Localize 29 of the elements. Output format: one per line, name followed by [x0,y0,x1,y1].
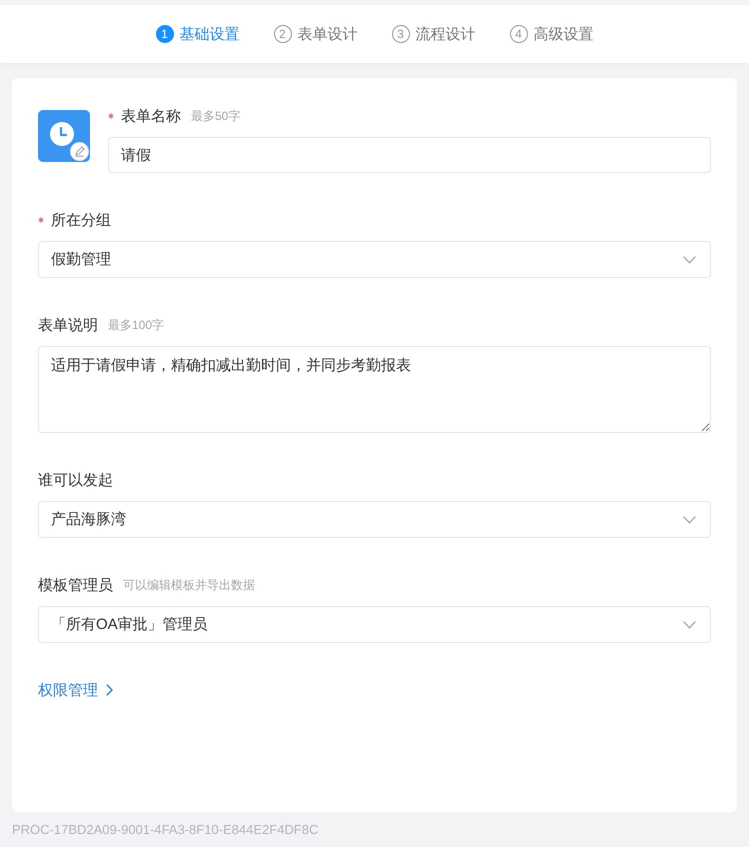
field-label: 所在分组 [51,210,111,230]
clock-icon [38,110,90,162]
chevron-down-icon [683,256,696,264]
step-tab[interactable]: 4 高级设置 [510,24,594,44]
text-input[interactable]: 请假 [108,137,711,173]
dropdown-select[interactable]: 假勤管理 [38,241,711,278]
step-number: 3 [392,25,410,43]
step-number: 2 [274,25,292,43]
field-hint: 最多50字 [191,108,240,124]
step-tab[interactable]: 2 表单设计 [274,24,358,44]
chevron-down-icon [683,620,696,628]
step-number: 4 [510,25,528,43]
field-label: 谁可以发起 [38,470,113,490]
step-tab[interactable]: 1 基础设置 [156,24,240,44]
dropdown-select[interactable]: 「所有OA审批」管理员 [38,606,711,643]
step-number: 1 [156,25,174,43]
field-label: 表单名称 [121,106,181,126]
field-label: 模板管理员 [38,576,113,594]
permission-link[interactable]: 权限管理 [38,680,113,700]
pencil-icon[interactable] [70,142,89,161]
field-label: 表单说明 [38,316,98,334]
field-hint: 可以编辑模板并导出数据 [123,576,255,594]
chevron-down-icon [683,516,696,524]
chevron-right-icon [106,684,113,696]
step-tab[interactable]: 3 流程设计 [392,24,476,44]
process-id: PROC-17BD2A09-9001-4FA3-8F10-E844E2F4DF8C [12,822,318,837]
field-hint: 最多100字 [108,316,164,334]
description-textarea[interactable]: 适用于请假申请，精确扣减出勤时间，并同步考勤报表 [38,346,711,433]
dropdown-select[interactable]: 产品海豚湾 [38,501,711,538]
